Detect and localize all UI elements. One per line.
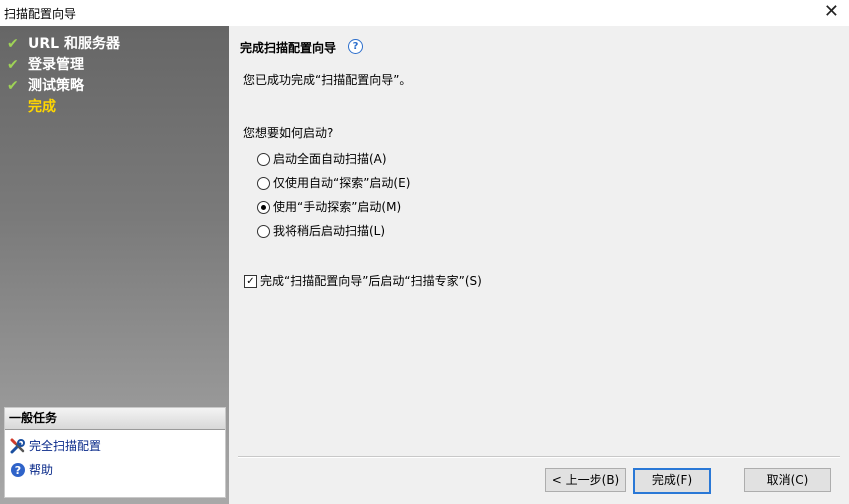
page-title: 完成扫描配置向导 bbox=[240, 41, 337, 55]
checkbox[interactable]: ✓ bbox=[244, 275, 257, 288]
svg-text:?: ? bbox=[15, 464, 21, 477]
window-title: 扫描配置向导 bbox=[4, 7, 77, 21]
step-list: ✔ URL 和服务器 ✔ 登录管理 ✔ 测试策略 完成 bbox=[0, 34, 120, 118]
step-label: 完成 bbox=[28, 99, 56, 115]
option-label: 使用“手动探索”启动(M) bbox=[273, 200, 402, 214]
step-label: 登录管理 bbox=[28, 57, 84, 73]
full-scan-config-link[interactable]: 完全扫描配置 bbox=[5, 434, 225, 458]
option-label: 仅使用自动“探索”启动(E) bbox=[273, 176, 411, 190]
finish-button[interactable]: 完成(F) bbox=[633, 468, 711, 494]
radio-button[interactable] bbox=[257, 225, 270, 238]
title-bar: 扫描配置向导 ✕ bbox=[0, 0, 849, 26]
option-manual-explore[interactable]: 使用“手动探索”启动(M) bbox=[257, 198, 401, 216]
checkbox-label: 完成“扫描配置向导”后启动“扫描专家”(S) bbox=[260, 274, 482, 288]
wizard-content: 完成扫描配置向导 ? 您已成功完成“扫描配置向导”。 您想要如何启动? 启动全面… bbox=[229, 26, 849, 504]
option-full-auto-scan[interactable]: 启动全面自动扫描(A) bbox=[257, 150, 387, 168]
cancel-button[interactable]: 取消(C) bbox=[744, 468, 831, 492]
step-label: URL 和服务器 bbox=[28, 36, 120, 52]
start-question: 您想要如何启动? bbox=[243, 126, 334, 140]
general-tasks-panel: 一般任务 完全扫描配置 ? 帮助 bbox=[4, 407, 226, 498]
back-button[interactable]: < 上一步(B) bbox=[545, 468, 626, 492]
radio-button[interactable] bbox=[257, 153, 270, 166]
step-finish: 完成 bbox=[0, 97, 120, 118]
step-test-policy: ✔ 测试策略 bbox=[0, 76, 120, 97]
close-icon[interactable]: ✕ bbox=[824, 1, 839, 22]
help-link[interactable]: ? 帮助 bbox=[5, 458, 225, 482]
checkmark-icon: ✔ bbox=[7, 36, 19, 52]
task-label: 完全扫描配置 bbox=[29, 439, 102, 453]
general-tasks-title: 一般任务 bbox=[5, 408, 225, 430]
help-icon[interactable]: ? bbox=[348, 39, 363, 54]
option-auto-explore[interactable]: 仅使用自动“探索”启动(E) bbox=[257, 174, 410, 192]
option-start-later[interactable]: 我将稍后启动扫描(L) bbox=[257, 222, 385, 240]
option-label: 我将稍后启动扫描(L) bbox=[273, 224, 386, 238]
option-label: 启动全面自动扫描(A) bbox=[273, 152, 387, 166]
launch-scan-expert-option[interactable]: ✓ 完成“扫描配置向导”后启动“扫描专家”(S) bbox=[244, 272, 482, 290]
completion-message: 您已成功完成“扫描配置向导”。 bbox=[243, 73, 412, 87]
help-icon: ? bbox=[11, 463, 25, 477]
task-label: 帮助 bbox=[29, 463, 54, 477]
tools-icon bbox=[10, 438, 25, 454]
divider bbox=[238, 456, 840, 458]
step-login-management: ✔ 登录管理 bbox=[0, 55, 120, 76]
wizard-sidebar: ✔ URL 和服务器 ✔ 登录管理 ✔ 测试策略 完成 一般任务 完全扫描配置 bbox=[0, 26, 229, 504]
step-label: 测试策略 bbox=[28, 78, 84, 94]
radio-button[interactable] bbox=[257, 177, 270, 190]
radio-button-selected[interactable] bbox=[257, 201, 270, 214]
checkmark-icon: ✔ bbox=[7, 57, 19, 73]
step-url-servers: ✔ URL 和服务器 bbox=[0, 34, 120, 55]
checkmark-icon: ✔ bbox=[7, 78, 19, 94]
